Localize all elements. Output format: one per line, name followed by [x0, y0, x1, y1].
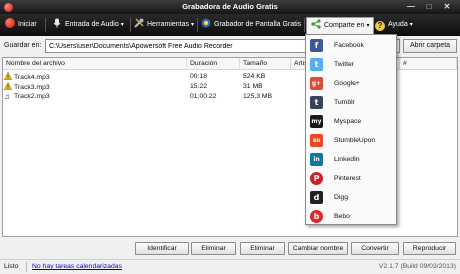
version-label: V2.1.7 (Build 09/03/2013)	[378, 263, 456, 270]
maximize-button[interactable]: □	[422, 2, 436, 12]
file-size: 524 KB	[243, 73, 266, 80]
myspace-icon: my	[310, 115, 323, 128]
column-header-number[interactable]: #	[399, 58, 457, 70]
convert-button[interactable]: Convertir	[351, 242, 399, 255]
twitter-icon: t	[310, 58, 323, 71]
toolbar-divider	[45, 18, 46, 32]
share-item-label: Bebo	[334, 213, 350, 220]
tools-icon	[134, 18, 144, 28]
app-logo-icon	[4, 3, 13, 12]
file-name: Track4.mp3	[14, 74, 50, 81]
share-item-pinterest[interactable]: P Pinterest	[307, 169, 395, 188]
screen-recorder-icon	[201, 18, 211, 28]
file-duration: 15:22	[190, 83, 208, 90]
share-item-digg[interactable]: d Digg	[307, 188, 395, 207]
open-folder-button[interactable]: Abrir carpeta	[403, 39, 457, 53]
help-label: Ayuda	[388, 21, 408, 28]
toolbar-divider	[130, 18, 131, 32]
toolbar: Iniciar Entrada de Audio ▾ Herramientas ▾ …	[0, 14, 460, 36]
screen-recorder-label: Grabador de Pantalla Gratis	[214, 21, 302, 28]
stumbleupon-icon: su	[310, 134, 323, 147]
file-duration: 00:18	[190, 73, 208, 80]
save-location-label: Guardar en:	[4, 42, 42, 49]
share-item-bebo[interactable]: b Bebo	[307, 207, 395, 226]
audio-input-label: Entrada de Audio	[65, 21, 119, 28]
column-header-duration[interactable]: Duración	[187, 58, 240, 70]
help-icon: ?	[375, 21, 385, 31]
microphone-icon	[53, 18, 61, 28]
warning-icon	[4, 72, 12, 80]
file-size: 31 MB	[243, 83, 263, 90]
chevron-down-icon: ▾	[120, 22, 124, 28]
share-item-label: Myspace	[334, 118, 362, 125]
window-title: Grabadora de Audio Gratis	[182, 2, 278, 11]
delete-button[interactable]: Eliminar	[191, 242, 236, 255]
tools-menu[interactable]: Herramientas ▾	[134, 17, 194, 33]
share-item-myspace[interactable]: my Myspace	[307, 112, 395, 131]
bebo-icon: b	[310, 210, 323, 223]
close-button[interactable]: ✕	[440, 2, 454, 12]
file-name: Track3.mp3	[14, 84, 50, 91]
start-label: Iniciar	[18, 21, 37, 28]
status-bar: Listo No hay tareas calendarizadas V2.1.…	[0, 259, 460, 274]
file-name: Track2.mp3	[14, 93, 50, 100]
share-item-tumblr[interactable]: t Tumblr	[307, 93, 395, 112]
scheduled-tasks-link[interactable]: No hay tareas calendarizadas	[32, 263, 122, 270]
tools-label: Herramientas	[147, 21, 190, 28]
file-duration: 01:00:22	[190, 93, 217, 100]
pinterest-icon: P	[310, 172, 323, 185]
share-item-facebook[interactable]: f Facebook	[307, 36, 395, 55]
tumblr-icon: t	[310, 96, 323, 109]
chevron-down-icon: ▾	[409, 22, 413, 28]
share-item-google-plus[interactable]: g+ Google+	[307, 74, 395, 93]
toolbar-divider	[304, 18, 305, 32]
share-item-linkedin[interactable]: in LinkedIn	[307, 150, 395, 169]
help-menu[interactable]: ? Ayuda ▾	[375, 17, 413, 33]
status-ready: Listo	[4, 263, 19, 270]
share-item-label: Digg	[334, 194, 348, 201]
share-item-label: Google+	[334, 80, 360, 87]
share-item-label: StumbleUpon	[334, 137, 376, 144]
share-label: Comparte en	[324, 22, 365, 29]
minimize-button[interactable]: —	[404, 2, 418, 12]
audio-input-menu[interactable]: Entrada de Audio ▾	[52, 17, 124, 33]
share-item-label: Pinterest	[334, 175, 361, 182]
warning-icon	[4, 82, 12, 90]
toolbar-divider	[197, 18, 198, 32]
google-plus-icon: g+	[310, 77, 323, 90]
digg-icon: d	[310, 191, 323, 204]
app-window: Grabadora de Audio Gratis — □ ✕ Iniciar …	[0, 0, 460, 274]
chevron-down-icon: ▾	[191, 22, 195, 28]
delete-button-2[interactable]: Eliminar	[240, 242, 285, 255]
column-header-size[interactable]: Tamaño	[240, 58, 291, 70]
share-item-label: Facebook	[334, 42, 364, 49]
screen-recorder-button[interactable]: Grabador de Pantalla Gratis	[201, 17, 301, 33]
table-row[interactable]: Track3.mp3 15:22 31 MB	[3, 82, 303, 92]
start-button[interactable]: Iniciar	[5, 17, 37, 33]
facebook-icon: f	[310, 39, 323, 52]
share-item-stumbleupon[interactable]: su StumbleUpon	[307, 131, 395, 150]
share-item-label: Tumblr	[334, 99, 355, 106]
share-dropdown-menu: f Facebook t Twitter g+ Google+ t Tumblr…	[305, 34, 397, 225]
record-icon	[5, 18, 15, 28]
share-item-label: Twitter	[334, 61, 355, 68]
share-icon	[311, 19, 321, 29]
title-bar: Grabadora de Audio Gratis — □ ✕	[0, 0, 460, 14]
chevron-down-icon: ▾	[366, 23, 370, 29]
play-button[interactable]: Reproducir	[403, 242, 456, 255]
status-divider	[26, 262, 27, 272]
share-item-label: LinkedIn	[334, 156, 360, 163]
identify-button[interactable]: Identificar	[135, 242, 189, 255]
rename-button[interactable]: Cambiar nombre	[288, 242, 348, 255]
table-row[interactable]: ♫ Track2.mp3 01:00:22 125,3 MB	[3, 92, 303, 102]
table-row[interactable]: Track4.mp3 00:18 524 KB	[3, 72, 303, 82]
linkedin-icon: in	[310, 153, 323, 166]
column-header-filename[interactable]: Nombre del archivo	[3, 58, 187, 70]
music-note-icon: ♫	[4, 92, 10, 101]
share-item-twitter[interactable]: t Twitter	[307, 55, 395, 74]
file-size: 125,3 MB	[243, 93, 273, 100]
